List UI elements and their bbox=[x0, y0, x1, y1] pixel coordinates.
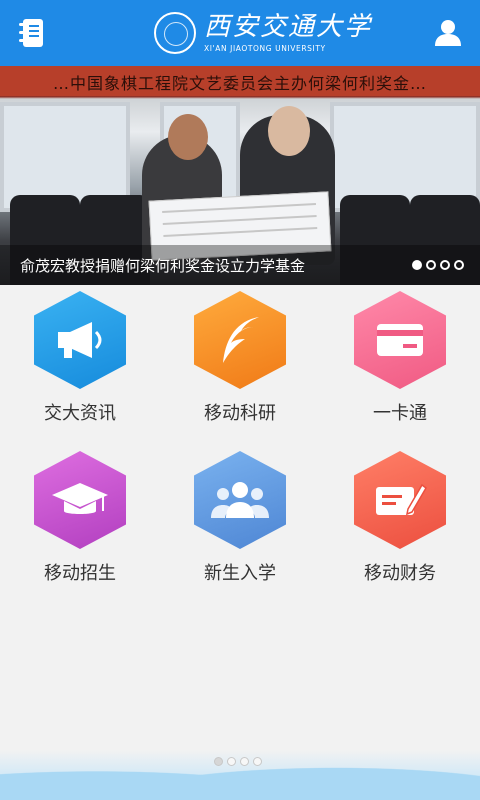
app-title-cn: 西安交通大学 bbox=[204, 11, 373, 42]
tile-label: 移动科研 bbox=[204, 403, 276, 424]
tile-research[interactable]: 移动科研 bbox=[160, 285, 320, 445]
page-dot[interactable] bbox=[227, 757, 236, 766]
news-banner[interactable]: …中国象棋工程院文艺委员会主办何梁何利奖金… 俞茂宏教授捐赠何梁何利奖金设立力学… bbox=[0, 66, 480, 285]
person-left-head bbox=[168, 114, 208, 160]
banner-dot[interactable] bbox=[454, 260, 464, 270]
ledger-pen-icon bbox=[376, 483, 427, 516]
app-grid: 交大资讯 移动科研 一卡通 移动招生 新生入学 移动财务 bbox=[0, 285, 480, 765]
tile-label: 交大资讯 bbox=[44, 403, 116, 424]
app-title-en: XI'AN JIAOTONG UNIVERSITY bbox=[204, 43, 326, 53]
graduation-cap-icon bbox=[52, 483, 108, 514]
user-icon bbox=[435, 20, 461, 46]
tile-news-badge bbox=[34, 291, 126, 389]
user-button[interactable] bbox=[428, 13, 468, 53]
tile-label: 一卡通 bbox=[373, 403, 427, 424]
page-dot[interactable] bbox=[253, 757, 262, 766]
quill-icon bbox=[223, 317, 259, 363]
page-dot[interactable] bbox=[214, 757, 223, 766]
banner-caption: 俞茂宏教授捐赠何梁何利奖金设立力学基金 bbox=[20, 256, 306, 275]
megaphone-icon bbox=[58, 322, 102, 358]
university-logo: 西安交通大学 XI'AN JIAOTONG UNIVERSITY bbox=[154, 10, 372, 56]
tile-admission-badge bbox=[34, 451, 126, 549]
page-dot[interactable] bbox=[240, 757, 249, 766]
tile-card[interactable]: 一卡通 bbox=[320, 285, 480, 445]
tile-finance-badge bbox=[354, 451, 446, 549]
page-indicator bbox=[214, 757, 262, 766]
menu-button[interactable] bbox=[12, 13, 52, 53]
tile-enrollment[interactable]: 新生入学 bbox=[160, 445, 320, 605]
banner-dot[interactable] bbox=[412, 260, 422, 270]
card-icon bbox=[377, 324, 423, 356]
tile-admission[interactable]: 移动招生 bbox=[0, 445, 160, 605]
tile-enrollment-badge bbox=[194, 451, 286, 549]
seal-icon bbox=[154, 12, 196, 54]
banner-caption-bar: 俞茂宏教授捐赠何梁何利奖金设立力学基金 bbox=[0, 245, 480, 285]
banner-dot[interactable] bbox=[426, 260, 436, 270]
tile-news[interactable]: 交大资讯 bbox=[0, 285, 160, 445]
banner-dot[interactable] bbox=[440, 260, 450, 270]
notebook-icon bbox=[19, 19, 43, 47]
banner-backdrop-text: …中国象棋工程院文艺委员会主办何梁何利奖金… bbox=[52, 74, 427, 93]
person-right-head bbox=[268, 106, 310, 156]
people-icon bbox=[211, 482, 269, 518]
tile-label: 移动财务 bbox=[364, 563, 436, 584]
tile-finance[interactable]: 移动财务 bbox=[320, 445, 480, 605]
tile-research-badge bbox=[194, 291, 286, 389]
banner-indicator bbox=[412, 260, 464, 270]
tile-label: 新生入学 bbox=[204, 563, 276, 584]
tile-card-badge bbox=[354, 291, 446, 389]
tile-label: 移动招生 bbox=[44, 563, 116, 584]
